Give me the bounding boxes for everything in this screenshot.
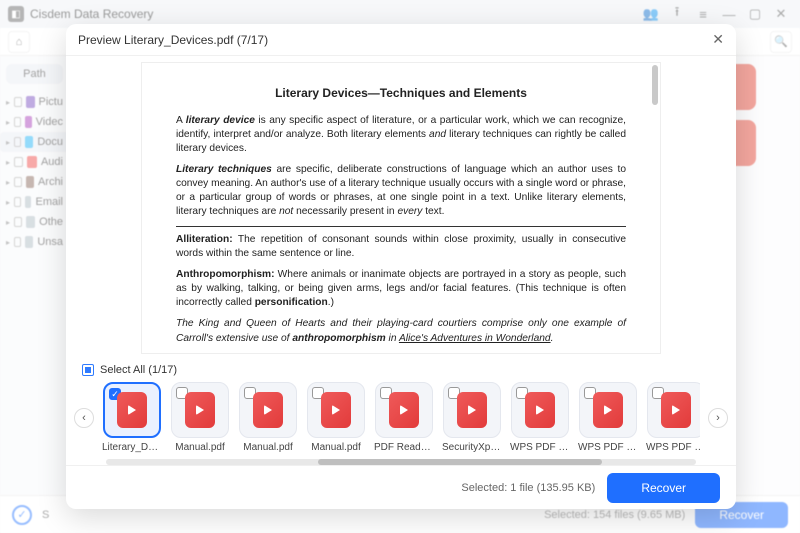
modal-footer: Selected: 1 file (135.95 KB) Recover: [66, 465, 736, 509]
thumb-label: Manual.pdf: [170, 442, 230, 453]
pdf-icon: [525, 392, 555, 428]
pdf-icon: [117, 392, 147, 428]
thumb-label: WPS PDF Qu...: [510, 442, 570, 453]
modal-header: Preview Literary_Devices.pdf (7/17) ✕: [66, 24, 736, 56]
thumbs-prev-button[interactable]: ‹: [74, 408, 94, 428]
thumbnail-2[interactable]: Manual.pdf: [238, 382, 298, 453]
pdf-icon: [185, 392, 215, 428]
selected-info: Selected: 1 file (135.95 KB): [461, 482, 595, 494]
pdf-icon: [389, 392, 419, 428]
preview-dialog: Preview Literary_Devices.pdf (7/17) ✕ Li…: [66, 24, 736, 509]
pdf-icon: [253, 392, 283, 428]
modal-title: Preview Literary_Devices.pdf (7/17): [78, 33, 268, 47]
doc-heading: Literary Devices—Techniques and Elements: [176, 85, 626, 102]
thumbnail-4[interactable]: PDF Reader ...: [374, 382, 434, 453]
select-all-checkbox[interactable]: [82, 364, 94, 376]
thumbnail-8[interactable]: WPS PDF Qu...: [646, 382, 700, 453]
thumbnail-1[interactable]: Manual.pdf: [170, 382, 230, 453]
pdf-icon: [661, 392, 691, 428]
document-viewport[interactable]: Literary Devices—Techniques and Elements…: [141, 62, 661, 354]
thumbnail-7[interactable]: WPS PDF Qu...: [578, 382, 638, 453]
thumbs-next-button[interactable]: ›: [708, 408, 728, 428]
thumbnail-strip: ‹ ✓Literary_Devi... Manual.pdf Manual.pdf M…: [66, 378, 736, 457]
document-scrollbar[interactable]: [652, 65, 658, 105]
thumb-label: WPS PDF Qu...: [646, 442, 700, 453]
thumbnail-5[interactable]: SecurityXplo...: [442, 382, 502, 453]
thumb-label: SecurityXplo...: [442, 442, 502, 453]
thumbnail-6[interactable]: WPS PDF Qu...: [510, 382, 570, 453]
thumb-label: Manual.pdf: [238, 442, 298, 453]
thumbnail-3[interactable]: Manual.pdf: [306, 382, 366, 453]
pdf-icon: [593, 392, 623, 428]
close-icon[interactable]: ✕: [712, 31, 724, 48]
thumb-label: Manual.pdf: [306, 442, 366, 453]
thumbs-scrollbar[interactable]: [106, 459, 696, 465]
select-all-label: Select All (1/17): [100, 364, 177, 376]
thumb-label: WPS PDF Qu...: [578, 442, 638, 453]
preview-area: Literary Devices—Techniques and Elements…: [66, 56, 736, 358]
pdf-icon: [321, 392, 351, 428]
select-all-row: Select All (1/17): [66, 358, 736, 378]
pdf-icon: [457, 392, 487, 428]
document-content: Literary Devices—Techniques and Elements…: [142, 63, 660, 354]
thumb-label: Literary_Devi...: [102, 442, 162, 453]
thumb-label: PDF Reader ...: [374, 442, 434, 453]
thumbnail-0[interactable]: ✓Literary_Devi...: [102, 382, 162, 453]
recover-button[interactable]: Recover: [607, 473, 720, 503]
